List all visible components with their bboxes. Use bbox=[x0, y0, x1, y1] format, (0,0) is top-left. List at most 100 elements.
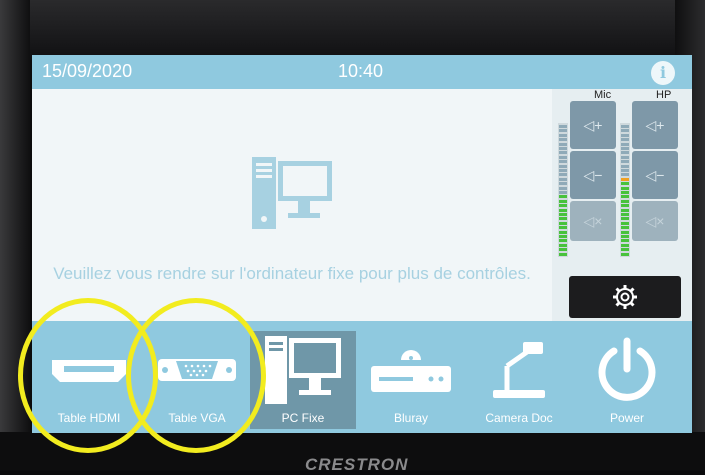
meter-segment bbox=[621, 160, 629, 164]
power-button[interactable]: Power bbox=[574, 331, 680, 429]
instruction-message: Veuillez vous rendre sur l'ordinateur fi… bbox=[53, 264, 531, 283]
document-camera-icon bbox=[493, 342, 545, 398]
mic-label: Mic bbox=[594, 89, 612, 101]
mic-volume-down-button[interactable]: ◁ − bbox=[570, 151, 616, 199]
highlight-circle-vga bbox=[126, 298, 266, 453]
time-text: 10:40 bbox=[338, 61, 384, 81]
hp-label: HP bbox=[656, 89, 672, 101]
meter-segment bbox=[559, 213, 567, 216]
source-pc-fixe[interactable]: PC Fixe bbox=[250, 331, 356, 429]
meter-segment bbox=[559, 125, 567, 128]
meter-segment bbox=[559, 147, 567, 150]
gear-icon bbox=[613, 285, 637, 309]
speaker-icon: ◁ bbox=[583, 116, 595, 133]
speaker-icon: ◁ bbox=[583, 166, 595, 183]
power-icon bbox=[598, 337, 656, 401]
hp-mute-button[interactable]: ◁ × bbox=[632, 201, 678, 241]
meter-segment bbox=[621, 129, 629, 133]
meter-segment bbox=[559, 204, 567, 208]
meter-segment bbox=[559, 243, 567, 247]
meter-segment bbox=[559, 160, 567, 164]
meter-segment bbox=[621, 248, 629, 252]
source-label: Power bbox=[609, 411, 644, 425]
meter-segment bbox=[559, 177, 567, 181]
meter-segment bbox=[621, 125, 629, 128]
speaker-icon: ◁ bbox=[645, 212, 657, 229]
meter-segment bbox=[559, 151, 567, 155]
hp-volume-up-button[interactable]: ◁ + bbox=[632, 101, 678, 149]
meter-segment bbox=[559, 235, 567, 238]
meter-segment bbox=[559, 208, 567, 212]
meter-segment bbox=[621, 177, 629, 181]
hp-volume-down-button[interactable]: ◁ − bbox=[632, 151, 678, 199]
meter-segment bbox=[559, 199, 567, 203]
meter-segment bbox=[621, 191, 629, 194]
meter-segment bbox=[559, 191, 567, 194]
source-label: Camera Doc bbox=[485, 411, 553, 425]
meter-segment bbox=[559, 182, 567, 186]
device-bezel-top bbox=[0, 0, 705, 60]
info-icon[interactable]: i bbox=[651, 61, 675, 85]
meter-segment bbox=[621, 252, 629, 256]
meter-segment bbox=[559, 133, 567, 137]
meter-segment bbox=[621, 186, 629, 190]
meter-segment bbox=[559, 239, 567, 243]
source-label: PC Fixe bbox=[281, 411, 325, 425]
mic-level-meter bbox=[558, 123, 568, 257]
meter-segment bbox=[621, 235, 629, 238]
meter-segment bbox=[559, 164, 567, 168]
settings-button[interactable] bbox=[569, 276, 681, 318]
meter-segment bbox=[621, 182, 629, 186]
meter-segment bbox=[559, 230, 567, 234]
meter-segment bbox=[621, 164, 629, 168]
speaker-icon: ◁ bbox=[645, 116, 657, 133]
meter-segment bbox=[621, 213, 629, 216]
meter-segment bbox=[559, 173, 567, 177]
meter-segment bbox=[621, 217, 629, 221]
meter-segment bbox=[559, 186, 567, 190]
meter-segment bbox=[621, 226, 629, 230]
meter-segment bbox=[621, 195, 629, 199]
meter-segment bbox=[559, 217, 567, 221]
content-panel: Veuillez vous rendre sur l'ordinateur fi… bbox=[32, 89, 552, 321]
hp-level-meter bbox=[620, 123, 630, 257]
meter-segment bbox=[621, 155, 629, 159]
meter-segment bbox=[621, 239, 629, 243]
brand-logo: CRESTRON bbox=[305, 455, 409, 474]
meter-segment bbox=[621, 208, 629, 212]
meter-segment bbox=[621, 221, 629, 225]
header-bar: 15/09/2020 10:40 i bbox=[32, 55, 692, 89]
meter-segment bbox=[559, 248, 567, 252]
mic-volume-up-button[interactable]: ◁ + bbox=[570, 101, 616, 149]
meter-segment bbox=[559, 142, 567, 146]
speaker-icon: ◁ bbox=[645, 166, 657, 183]
meter-segment bbox=[621, 199, 629, 203]
meter-segment bbox=[621, 204, 629, 208]
meter-segment bbox=[559, 195, 567, 199]
computer-icon bbox=[252, 157, 332, 229]
date-text: 15/09/2020 bbox=[42, 61, 133, 81]
source-bluray[interactable]: Bluray bbox=[358, 331, 464, 429]
meter-segment bbox=[621, 173, 629, 177]
meter-segment bbox=[559, 129, 567, 133]
meter-segment bbox=[621, 138, 629, 142]
meter-segment bbox=[559, 221, 567, 225]
meter-segment bbox=[559, 169, 567, 172]
mic-mute-button[interactable]: ◁ × bbox=[570, 201, 616, 241]
meter-segment bbox=[621, 169, 629, 172]
source-camera-doc[interactable]: Camera Doc bbox=[466, 331, 572, 429]
meter-segment bbox=[621, 142, 629, 146]
speaker-icon: ◁ bbox=[583, 212, 595, 229]
meter-segment bbox=[621, 147, 629, 150]
meter-segment bbox=[559, 226, 567, 230]
meter-segment bbox=[621, 243, 629, 247]
source-label: Bluray bbox=[393, 411, 428, 425]
meter-segment bbox=[559, 155, 567, 159]
meter-segment bbox=[621, 151, 629, 155]
meter-segment bbox=[559, 252, 567, 256]
computer-icon bbox=[265, 336, 341, 404]
meter-segment bbox=[621, 230, 629, 234]
meter-segment bbox=[559, 138, 567, 142]
bluray-player-icon bbox=[371, 350, 451, 392]
meter-segment bbox=[621, 133, 629, 137]
